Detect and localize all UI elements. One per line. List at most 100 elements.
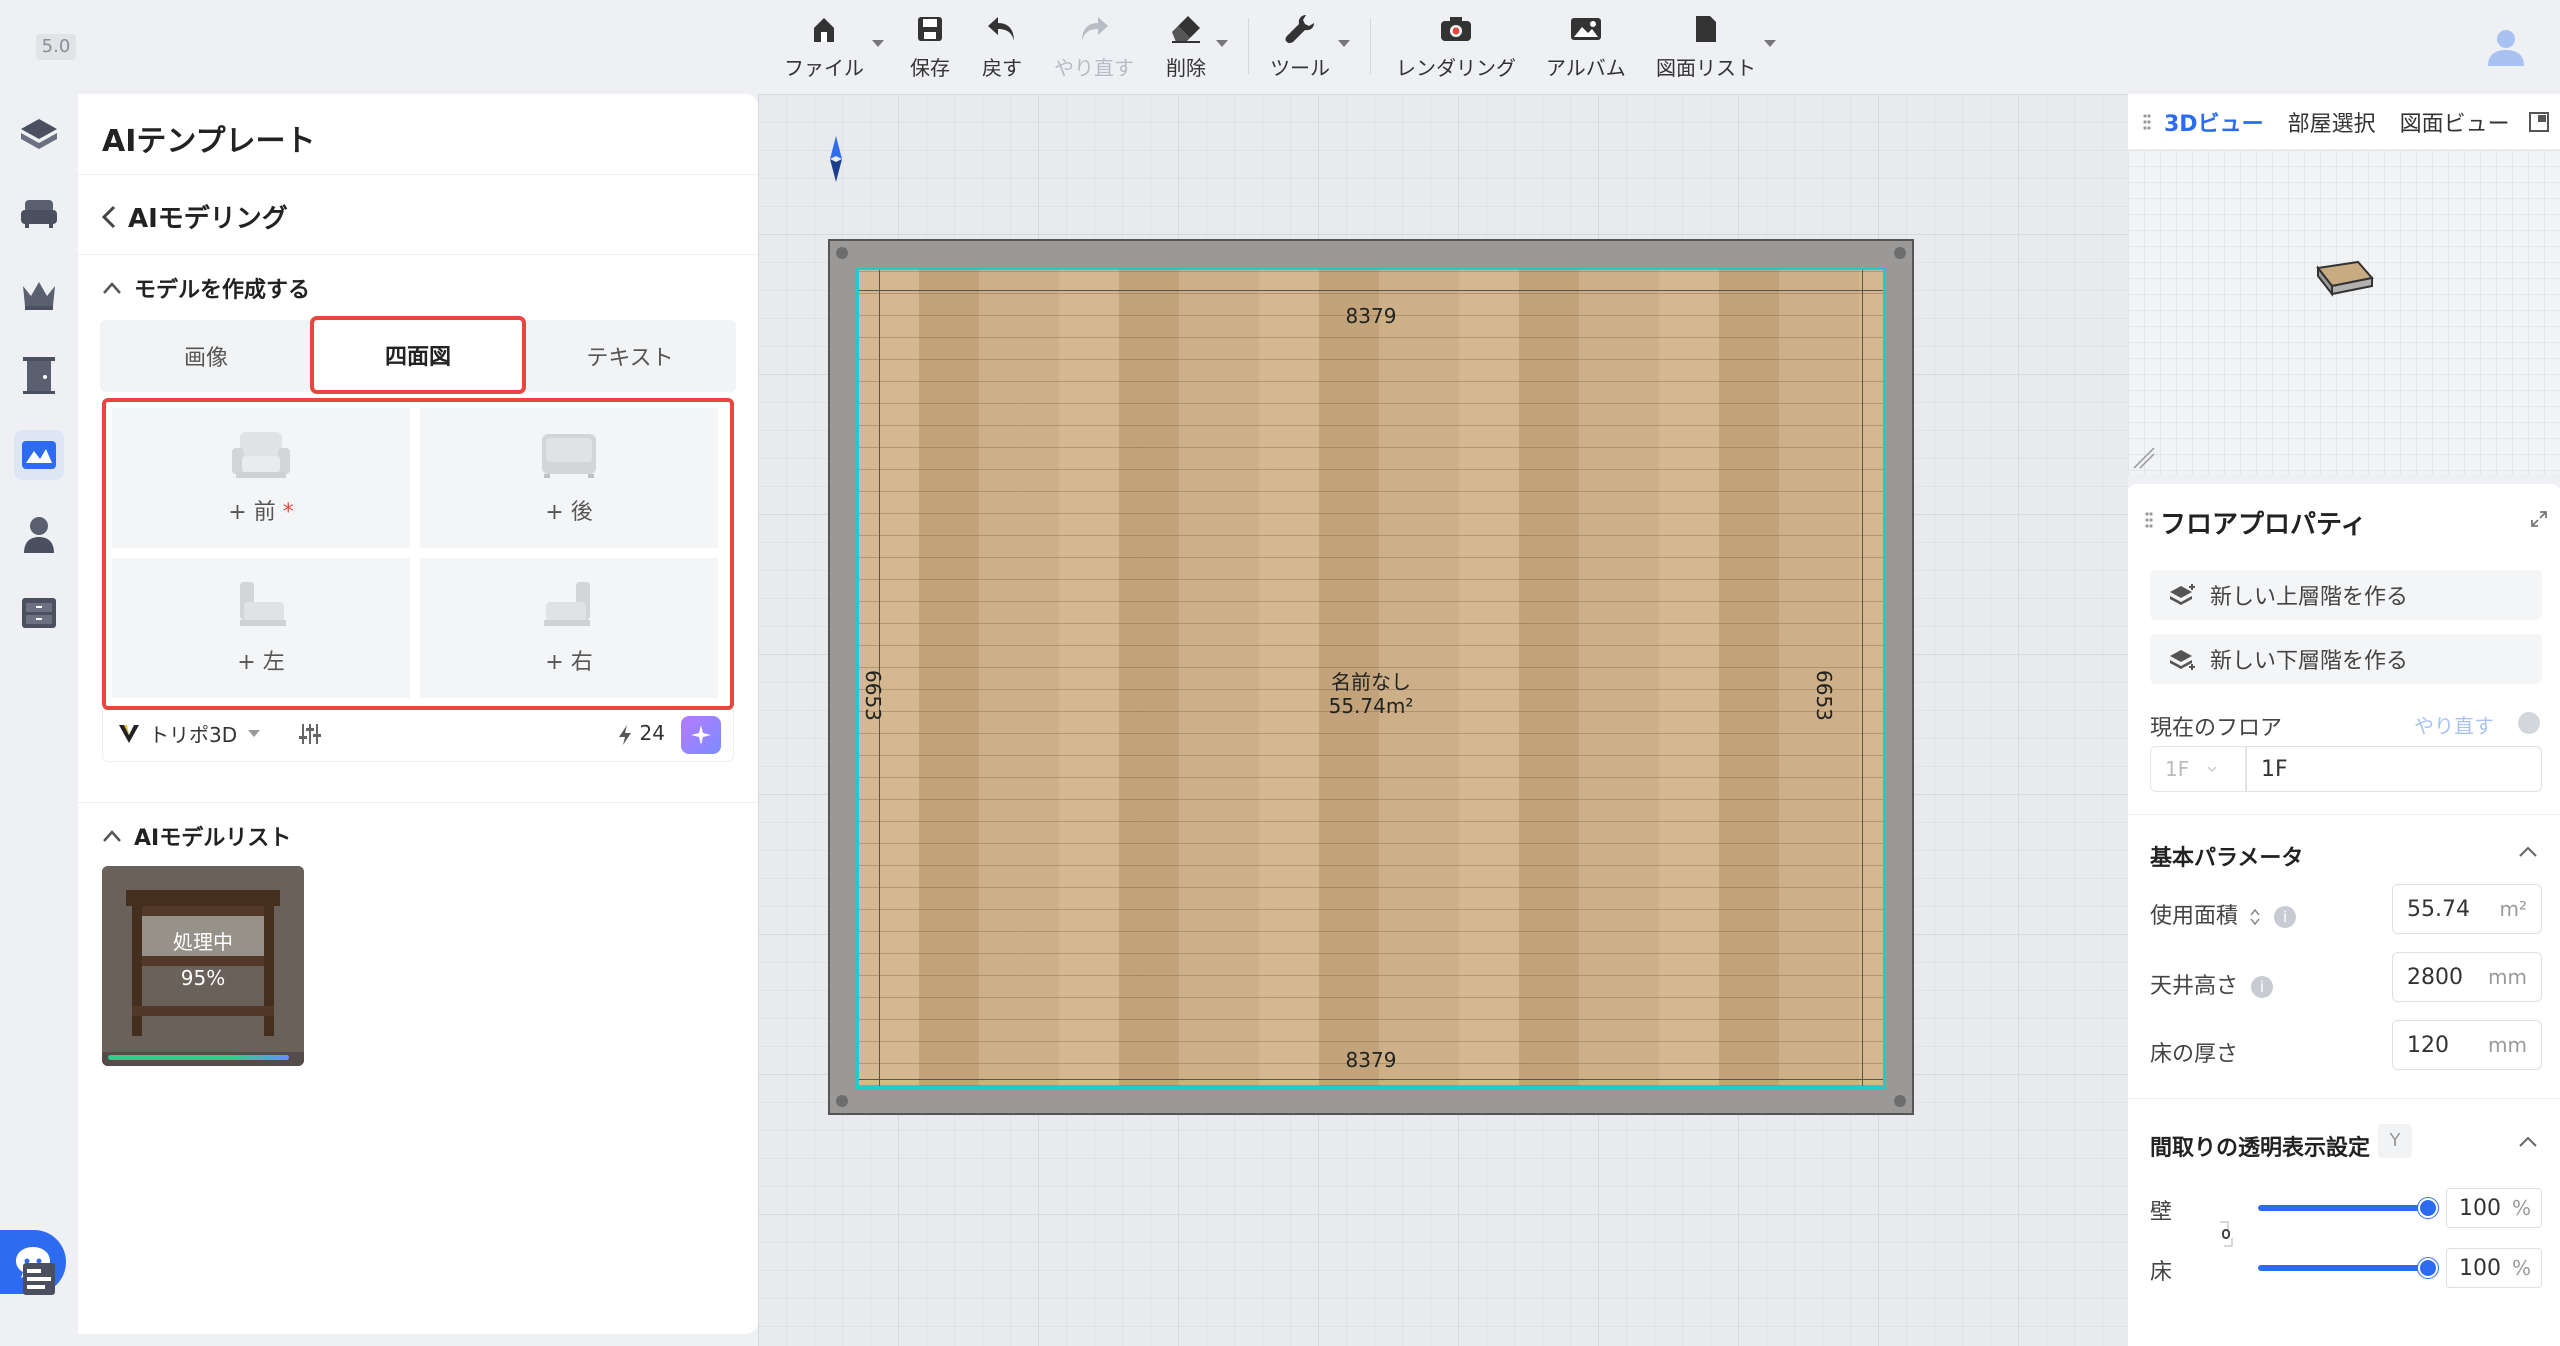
current-floor-redo-link[interactable]: やり直す [2414,710,2494,739]
upload-back-view[interactable]: + 後 [420,408,718,548]
wall-corner-handle[interactable] [1894,1095,1906,1107]
compass-icon[interactable] [828,134,844,188]
document-icon [1689,12,1723,46]
redo-button[interactable]: やり直す [1054,12,1134,81]
model-options-row: トリポ3D 24 [102,706,734,762]
room-label[interactable]: 名前なし 55.74m² [859,670,1883,718]
rail-crown-icon[interactable] [14,270,64,320]
wall-opacity-slider-handle[interactable] [2418,1198,2438,1218]
tab-four-views[interactable]: 四面図 [310,316,526,394]
rail-person-icon[interactable] [14,510,64,560]
new-upper-floor-button[interactable]: 新しい上層階を作る [2150,570,2542,620]
rail-layout-icon[interactable] [14,1254,64,1304]
chevron-up-icon[interactable] [2518,1136,2538,1148]
chevron-up-icon [103,282,121,294]
settings-sliders-icon[interactable] [297,722,323,746]
tools-caret-icon[interactable] [1338,40,1350,47]
drawing-list-caret-icon[interactable] [1764,40,1776,47]
wall-opacity-slider[interactable] [2258,1205,2428,1211]
floor-opacity-slider[interactable] [2258,1265,2428,1271]
user-avatar-icon[interactable] [2484,24,2528,68]
delete-button[interactable]: 削除 [1166,12,1206,81]
upload-front-view[interactable]: + 前 * [112,408,410,548]
transparency-shortcut-key: Y [2378,1124,2412,1158]
wall-opacity-input[interactable]: 100% [2446,1188,2542,1228]
wall-corner-handle[interactable] [836,1095,848,1107]
popout-icon[interactable] [2528,111,2550,133]
four-view-upload-grid: + 前 * + 後 + 左 + 右 [102,398,734,710]
toolbar-divider [1370,18,1371,74]
info-icon: i [2274,906,2297,928]
upload-right-view[interactable]: + 右 [420,558,718,698]
rail-floorplan-icon[interactable] [14,110,64,160]
info-icon: i [2251,976,2274,998]
new-lower-floor-button[interactable]: 新しい下層階を作る [2150,634,2542,684]
rail-furniture-icon[interactable] [14,188,64,238]
usable-area-input[interactable]: 55.74 m² [2392,884,2542,934]
3d-viewport[interactable] [2128,150,2560,474]
upload-left-view[interactable]: + 左 [112,558,410,698]
tools-menu-button[interactable]: ツール [1270,12,1330,81]
album-button[interactable]: アルバム [1546,12,1626,81]
drag-handle-icon[interactable] [2142,112,2152,132]
model-select[interactable]: トリポ3D [149,719,237,748]
mini-view-tabs: 3Dビュー 部屋選択 図面ビュー [2128,94,2560,150]
floorplan-canvas[interactable]: 8379 8379 6653 6653 名前なし 55.74m² 1F 2D 3… [758,94,2128,1346]
create-model-section-toggle[interactable]: モデルを作成する [102,272,310,304]
right-panel: 3Dビュー 部屋選択 図面ビュー フロアプロパティ 新しい上層階を作る 新しい下… [2128,94,2560,1346]
tab-image[interactable]: 画像 [100,320,312,392]
ceiling-height-input[interactable]: 2800 mm [2392,952,2542,1002]
tab-text[interactable]: テキスト [524,320,736,392]
tab-3d-view[interactable]: 3Dビュー [2152,106,2276,138]
tab-room-select[interactable]: 部屋選択 [2276,106,2388,138]
redo-icon [1077,12,1111,46]
floor-opacity-input[interactable]: 100% [2446,1248,2542,1288]
chevron-up-icon [103,830,121,842]
wall-corner-handle[interactable] [836,247,848,259]
file-menu-button[interactable]: ファイル [784,12,864,81]
drag-handle-icon[interactable] [2144,510,2154,530]
back-to-ai-modeling[interactable]: AIモデリング [102,198,288,235]
room-walls[interactable]: 8379 8379 6653 6653 名前なし 55.74m² [828,239,1914,1115]
drawing-list-button[interactable]: 図面リスト [1656,12,1756,81]
wall-corner-handle[interactable] [1894,247,1906,259]
rail-cabinet-icon[interactable] [14,588,64,638]
resize-grip-icon[interactable] [2132,446,2156,470]
file-caret-icon[interactable] [872,40,884,47]
eraser-icon [1169,12,1203,46]
room-floor[interactable]: 8379 8379 6653 6653 名前なし 55.74m² [856,267,1886,1089]
rail-door-icon[interactable] [14,350,64,400]
ai-model-list-toggle[interactable]: AIモデルリスト [102,820,291,852]
ai-model-list-item[interactable]: 処理中 95% [102,866,304,1066]
generate-button[interactable] [681,716,721,754]
dimension-top[interactable]: 8379 [859,304,1883,328]
dimension-bottom[interactable]: 8379 [859,1048,1883,1072]
divider [78,254,758,255]
expand-icon[interactable] [2530,510,2548,528]
rail-ai-template-icon[interactable] [14,430,64,480]
divider [78,802,758,803]
armchair-left-icon [240,582,286,626]
save-button[interactable]: 保存 [910,12,950,81]
dimension-line-bottom [859,1079,1883,1080]
room-name: 名前なし [1331,670,1411,694]
room-3d-model [2316,260,2374,297]
link-icon[interactable] [2218,1220,2234,1248]
undo-button[interactable]: 戻す [982,12,1022,81]
wall-label: 壁 [2150,1200,2173,1225]
chevron-up-icon[interactable] [2518,846,2538,858]
processing-percent: 95% [180,966,226,990]
undo-icon [985,12,1019,46]
current-floor-select[interactable]: 1F [2150,746,2246,792]
floor-thickness-input[interactable]: 120 mm [2392,1020,2542,1070]
floor-properties-title: フロアプロパティ [2160,510,2367,540]
basic-params-heading: 基本パラメータ [2150,846,2304,871]
caret-down-icon [248,729,261,737]
delete-caret-icon[interactable] [1216,40,1228,47]
render-button[interactable]: レンダリング [1396,12,1516,81]
current-floor-name-input[interactable]: 1F [2246,746,2542,792]
floor-properties-panel: フロアプロパティ 新しい上層階を作る 新しい下層階を作る 現在のフロア やり直す… [2128,484,2560,1346]
ceiling-height-label: 天井高さ i [2150,968,2274,1000]
floor-opacity-slider-handle[interactable] [2418,1258,2438,1278]
tab-plan-view[interactable]: 図面ビュー [2388,106,2522,138]
